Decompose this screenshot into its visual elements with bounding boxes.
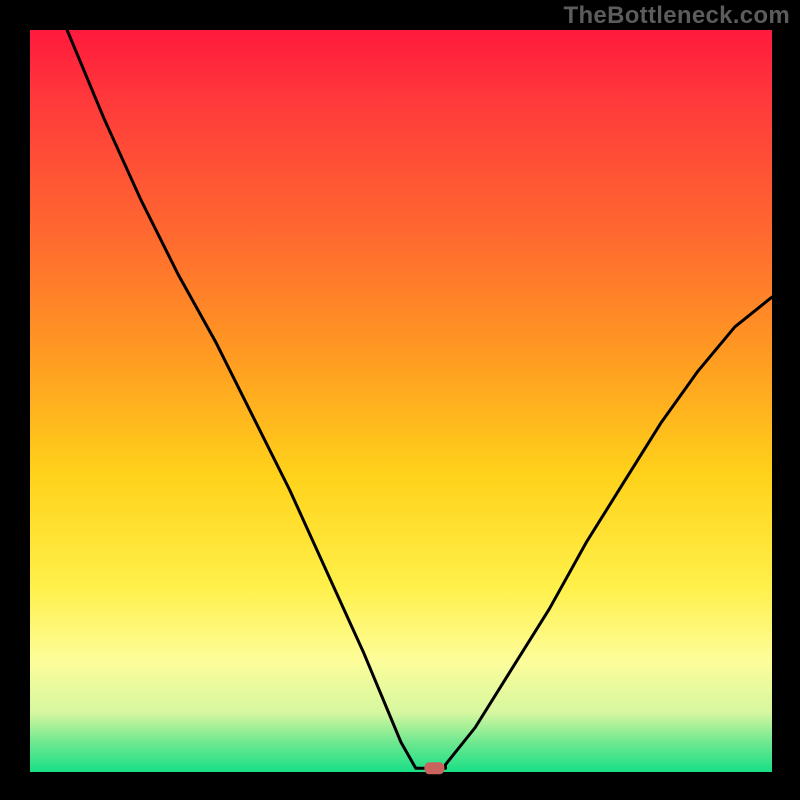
bottleneck-curve — [67, 30, 772, 768]
watermark-text: TheBottleneck.com — [564, 2, 790, 30]
bottleneck-marker — [424, 762, 444, 774]
plot-area — [30, 30, 772, 772]
chart-frame: TheBottleneck.com — [0, 0, 800, 800]
chart-svg — [30, 30, 772, 772]
